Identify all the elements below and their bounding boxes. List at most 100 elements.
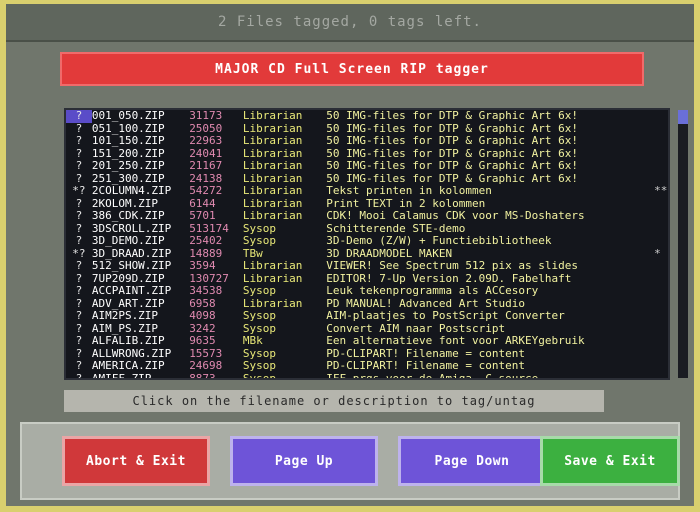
file-row[interactable]: ? 251_300.ZIP 24138 Librarian 50 IMG-files f… — [66, 172, 668, 186]
file-size: 8873 — [189, 372, 216, 380]
file-name[interactable]: 7UP209D.ZIP — [92, 273, 189, 286]
tag-flag[interactable]: ? — [66, 334, 92, 348]
file-description[interactable]: 50 IMG-files for DTP & Graphic Art 6x! — [326, 110, 654, 123]
file-name[interactable]: 2COLUMN4.ZIP — [92, 185, 189, 198]
tag-mark: ** — [654, 184, 668, 197]
file-description[interactable]: AIM-plaatjes to PostScript Converter — [326, 310, 654, 323]
file-row[interactable]: ? ACCPAINT.ZIP 34538 Sysop Leuk tekenprogram… — [66, 284, 668, 298]
file-name[interactable]: 201_250.ZIP — [92, 160, 189, 173]
file-row[interactable]: ? ALLWRONG.ZIP 15573 Sysop PD-CLIPART! Filen… — [66, 347, 668, 361]
tag-flag[interactable]: ? — [66, 110, 92, 123]
file-name[interactable]: AMIFF.ZIP — [92, 373, 189, 379]
file-description[interactable]: 3D DRAADMODEL MAKEN — [326, 248, 654, 261]
file-description[interactable]: VIEWER! See Spectrum 512 pix as slides — [326, 260, 654, 273]
file-description[interactable]: 50 IMG-files for DTP & Graphic Art 6x! — [326, 173, 654, 186]
file-description[interactable]: IFF prgs voor de Amiga. C source — [326, 373, 654, 379]
save-exit-button[interactable]: Save & Exit — [540, 436, 680, 486]
file-description[interactable]: EDITOR! 7-Up Version 2.09D. Fabelhaft — [326, 273, 654, 286]
tag-flag[interactable]: ? — [66, 234, 92, 248]
file-uploader: Sysop — [242, 360, 276, 372]
file-name[interactable]: 151_200.ZIP — [92, 148, 189, 161]
page-down-button[interactable]: Page Down — [398, 436, 546, 486]
abort-exit-button[interactable]: Abort & Exit — [62, 436, 210, 486]
file-row[interactable]: *? 3D_DRAAD.ZIP 14889 TBw 3D DRAADMODEL MAKE… — [66, 246, 668, 261]
file-row[interactable]: ? 101_150.ZIP 22963 Librarian 50 IMG-files f… — [66, 134, 668, 148]
file-size: 24138 — [189, 172, 223, 185]
file-description[interactable]: 50 IMG-files for DTP & Graphic Art 6x! — [326, 160, 654, 173]
file-uploader: TBw — [242, 247, 263, 260]
file-row[interactable]: ? 3DSCROLL.ZIP 513174 Sysop Schitterende STE… — [66, 222, 668, 236]
file-name[interactable]: 251_300.ZIP — [92, 173, 189, 186]
tag-flag[interactable]: ? — [66, 359, 92, 373]
file-description[interactable]: PD-CLIPART! Filename = content — [326, 360, 654, 373]
file-name[interactable]: AIM_PS.ZIP — [92, 323, 189, 336]
file-size: 513174 — [189, 222, 229, 235]
tag-flag[interactable]: ? — [66, 372, 92, 378]
tag-flag[interactable]: *? — [66, 184, 92, 198]
file-name[interactable]: ACCPAINT.ZIP — [92, 285, 189, 298]
file-size: 14889 — [189, 247, 223, 260]
tag-flag[interactable]: ? — [66, 209, 92, 223]
file-row[interactable]: ? 7UP209D.ZIP 130727 Librarian EDITOR! 7-Up … — [66, 272, 668, 286]
file-row[interactable]: ? AIM_PS.ZIP 3242 Sysop Convert AIM naar Pos… — [66, 322, 668, 336]
scroll-thumb[interactable] — [678, 110, 688, 124]
tag-mark: * — [654, 246, 661, 260]
file-row[interactable]: ? 386_CDK.ZIP 5701 Librarian CDK! Mooi Calam… — [66, 209, 668, 223]
file-description[interactable]: PD-CLIPART! Filename = content — [326, 348, 654, 361]
file-name[interactable]: 2KOLOM.ZIP — [92, 198, 189, 211]
file-uploader: Sysop — [242, 322, 276, 335]
file-name[interactable]: 3D_DRAAD.ZIP — [92, 248, 189, 261]
file-description[interactable]: Leuk tekenprogramma als ACCesory — [326, 285, 654, 298]
file-row[interactable]: ? AMIFF.ZIP 8873 Sysop IFF prgs voor de Amig… — [66, 372, 668, 380]
file-name[interactable]: 386_CDK.ZIP — [92, 210, 189, 223]
file-uploader: Librarian — [242, 135, 303, 147]
file-name[interactable]: AIM2PS.ZIP — [92, 310, 189, 323]
file-name[interactable]: ALLWRONG.ZIP — [92, 348, 189, 361]
file-description[interactable]: PD MANUAL! Advanced Art Studio — [326, 298, 654, 311]
file-uploader: Librarian — [242, 160, 303, 172]
file-row[interactable]: ? ALFALIB.ZIP 9635 MBk Een alternatieve font… — [66, 334, 668, 348]
file-description[interactable]: 50 IMG-files for DTP & Graphic Art 6x! — [326, 135, 654, 148]
file-name[interactable]: 051_100.ZIP — [92, 123, 189, 136]
file-size: 24698 — [189, 360, 223, 372]
file-name[interactable]: ALFALIB.ZIP — [92, 335, 189, 348]
tag-flag[interactable]: ? — [66, 259, 92, 273]
file-name[interactable]: AMERICA.ZIP — [92, 360, 189, 373]
tag-flag[interactable]: ? — [66, 159, 92, 173]
tag-flag[interactable]: ? — [66, 309, 92, 323]
file-row[interactable]: ? 001_050.ZIP 31173 Librarian 50 IMG-files f… — [66, 110, 668, 123]
file-row[interactable]: ? AMERICA.ZIP 24698 Sysop PD-CLIPART! Filena… — [66, 359, 668, 373]
file-name[interactable]: 512_SHOW.ZIP — [92, 260, 189, 273]
file-description[interactable]: Convert AIM naar Postscript — [326, 323, 654, 336]
file-description[interactable]: 3D-Demo (Z/W) + Functiebibliotheek — [326, 235, 654, 248]
file-name[interactable]: 001_050.ZIP — [92, 110, 189, 123]
file-description[interactable]: Print TEXT in 2 kolommen — [326, 198, 654, 211]
file-description[interactable]: Tekst printen in kolommen — [326, 185, 654, 198]
list-scrollbar[interactable] — [678, 110, 688, 378]
file-size: 6958 — [189, 297, 216, 310]
tag-flag[interactable]: ? — [66, 284, 92, 298]
file-description[interactable]: Schitterende STE-demo — [326, 223, 654, 236]
file-description[interactable]: 50 IMG-files for DTP & Graphic Art 6x! — [326, 123, 654, 136]
file-description[interactable]: 50 IMG-files for DTP & Graphic Art 6x! — [326, 148, 654, 161]
file-name[interactable]: 3D_DEMO.ZIP — [92, 235, 189, 248]
file-uploader: Librarian — [242, 197, 303, 210]
file-row[interactable]: ? ADV_ART.ZIP 6958 Librarian PD MANUAL! Adva… — [66, 297, 668, 311]
tag-flag[interactable]: ? — [66, 134, 92, 148]
file-name[interactable]: ADV_ART.ZIP — [92, 298, 189, 311]
file-row[interactable]: ? 051_100.ZIP 25050 Librarian 50 IMG-files f… — [66, 122, 668, 136]
file-row[interactable]: ? AIM2PS.ZIP 4098 Sysop AIM-plaatjes to Post… — [66, 309, 668, 323]
file-row[interactable]: *? 2COLUMN4.ZIP 54272 Librarian Tekst printe… — [66, 184, 668, 198]
file-row[interactable]: ? 151_200.ZIP 24041 Librarian 50 IMG-files f… — [66, 147, 668, 161]
file-size: 6144 — [189, 197, 216, 210]
file-size: 130727 — [189, 272, 229, 285]
page-up-button[interactable]: Page Up — [230, 436, 378, 486]
file-description[interactable]: CDK! Mooi Calamus CDK voor MS-Doshaters — [326, 210, 654, 223]
file-row[interactable]: ? 201_250.ZIP 21167 Librarian 50 IMG-files f… — [66, 159, 668, 173]
file-name[interactable]: 101_150.ZIP — [92, 135, 189, 148]
file-description[interactable]: Een alternatieve font voor ARKEYgebruik — [326, 335, 654, 348]
file-name[interactable]: 3DSCROLL.ZIP — [92, 223, 189, 236]
file-row[interactable]: ? 512_SHOW.ZIP 3594 Librarian VIEWER! See Sp… — [66, 259, 668, 273]
file-row[interactable]: ? 2KOLOM.ZIP 6144 Librarian Print TEXT in 2 … — [66, 197, 668, 211]
file-row[interactable]: ? 3D_DEMO.ZIP 25402 Sysop 3D-Demo (Z/W) + Fu… — [66, 234, 668, 248]
